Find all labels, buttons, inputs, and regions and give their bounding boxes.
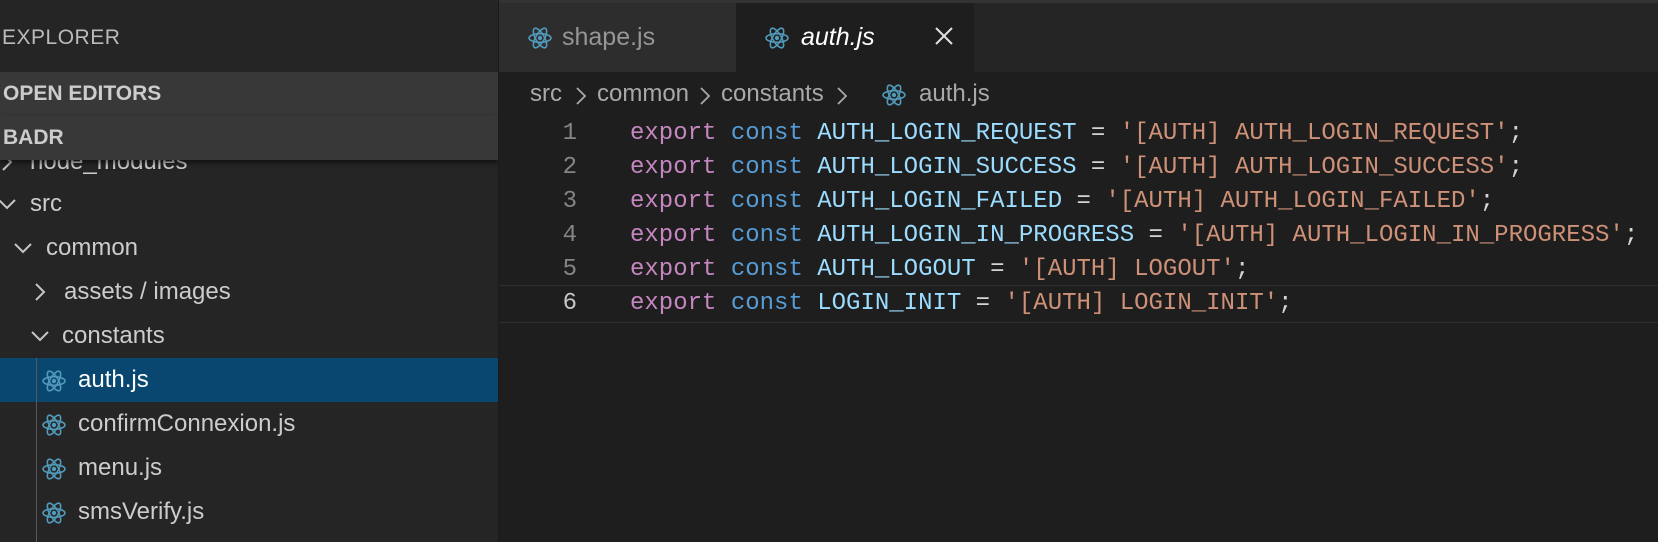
code-line: 5 export const AUTH_LOGOUT = '[AUTH] LOG… <box>499 252 1658 288</box>
tab-label: shape.js <box>562 23 656 51</box>
chevron-down-icon <box>0 193 18 215</box>
line-number: 2 <box>562 154 577 181</box>
tree-item-constants[interactable]: constants <box>0 314 498 358</box>
code-text: export const AUTH_LOGIN_IN_PROGRESS = '[… <box>630 222 1639 249</box>
tab-shape-js[interactable]: shape.js <box>499 3 736 72</box>
explorer-sidebar: EXPLORER node_modules src common assets … <box>0 0 498 542</box>
react-icon <box>527 25 553 51</box>
chevron-right-icon <box>700 87 711 105</box>
code-line: 4 export const AUTH_LOGIN_IN_PROGRESS = … <box>499 218 1658 254</box>
line-number: 5 <box>562 256 577 283</box>
tree-file-menu[interactable]: menu.js <box>0 446 498 490</box>
tree-item-label: assets / images <box>64 278 231 305</box>
tree-item-src[interactable]: src <box>0 182 498 226</box>
code-line: 1 export const AUTH_LOGIN_REQUEST = '[AU… <box>499 116 1658 152</box>
react-icon <box>41 412 67 438</box>
breadcrumb-item[interactable]: common <box>597 80 689 108</box>
section-open-editors[interactable]: OPEN EDITORS <box>0 72 498 116</box>
tree-file-auth[interactable]: auth.js <box>0 358 498 402</box>
tree-item-assets[interactable]: assets / images <box>0 270 498 314</box>
tree-item-label: auth.js <box>78 366 149 393</box>
section-label: OPEN EDITORS <box>3 82 162 105</box>
code-line-current: 6 export const LOGIN_INIT = '[AUTH] LOGI… <box>499 285 1658 323</box>
close-icon[interactable] <box>933 25 955 47</box>
breadcrumb-item[interactable]: auth.js <box>919 80 990 108</box>
tree-item-label: src <box>30 190 62 217</box>
chevron-right-icon <box>576 87 587 105</box>
tree-file-sms-verify[interactable]: smsVerify.js <box>0 490 498 534</box>
tree-item-label: confirmConnexion.js <box>78 410 296 437</box>
tree-item-label: common <box>46 234 139 261</box>
line-number: 6 <box>562 290 577 317</box>
tab-bar: shape.js auth.js <box>499 3 1658 72</box>
section-project[interactable]: BADR <box>0 116 498 160</box>
chevron-right-icon <box>29 281 51 303</box>
breadcrumb-item[interactable]: src <box>530 80 562 108</box>
react-icon <box>764 25 790 51</box>
tree-item-label: smsVerify.js <box>78 498 205 525</box>
react-icon <box>41 456 67 482</box>
code-text: export const LOGIN_INIT = '[AUTH] LOGIN_… <box>630 290 1293 317</box>
code-text: export const AUTH_LOGIN_FAILED = '[AUTH]… <box>630 188 1495 215</box>
tree-item-common[interactable]: common <box>0 226 498 270</box>
code-editor[interactable]: 1 export const AUTH_LOGIN_REQUEST = '[AU… <box>499 116 1658 542</box>
explorer-title: EXPLORER <box>2 26 121 49</box>
section-label: BADR <box>3 126 64 149</box>
tree-file-confirm-connexion[interactable]: confirmConnexion.js <box>0 402 498 446</box>
code-line: 3 export const AUTH_LOGIN_FAILED = '[AUT… <box>499 184 1658 220</box>
chevron-down-icon <box>12 237 34 259</box>
breadcrumb-item[interactable]: constants <box>721 80 824 108</box>
indent-guide <box>36 358 37 542</box>
tree-item-label: constants <box>62 322 165 349</box>
react-icon <box>41 368 67 394</box>
react-icon <box>881 82 907 108</box>
chevron-down-icon <box>29 325 51 347</box>
tree-item-label: menu.js <box>78 454 163 481</box>
line-number: 1 <box>562 120 577 147</box>
code-text: export const AUTH_LOGOUT = '[AUTH] LOGOU… <box>630 256 1250 283</box>
code-text: export const AUTH_LOGIN_SUCCESS = '[AUTH… <box>630 154 1523 181</box>
line-number: 3 <box>562 188 577 215</box>
code-text: export const AUTH_LOGIN_REQUEST = '[AUTH… <box>630 120 1523 147</box>
line-number: 4 <box>562 222 577 249</box>
chevron-right-icon <box>837 87 848 105</box>
code-line: 2 export const AUTH_LOGIN_SUCCESS = '[AU… <box>499 150 1658 186</box>
react-icon <box>41 500 67 526</box>
tab-label: auth.js <box>801 23 875 51</box>
